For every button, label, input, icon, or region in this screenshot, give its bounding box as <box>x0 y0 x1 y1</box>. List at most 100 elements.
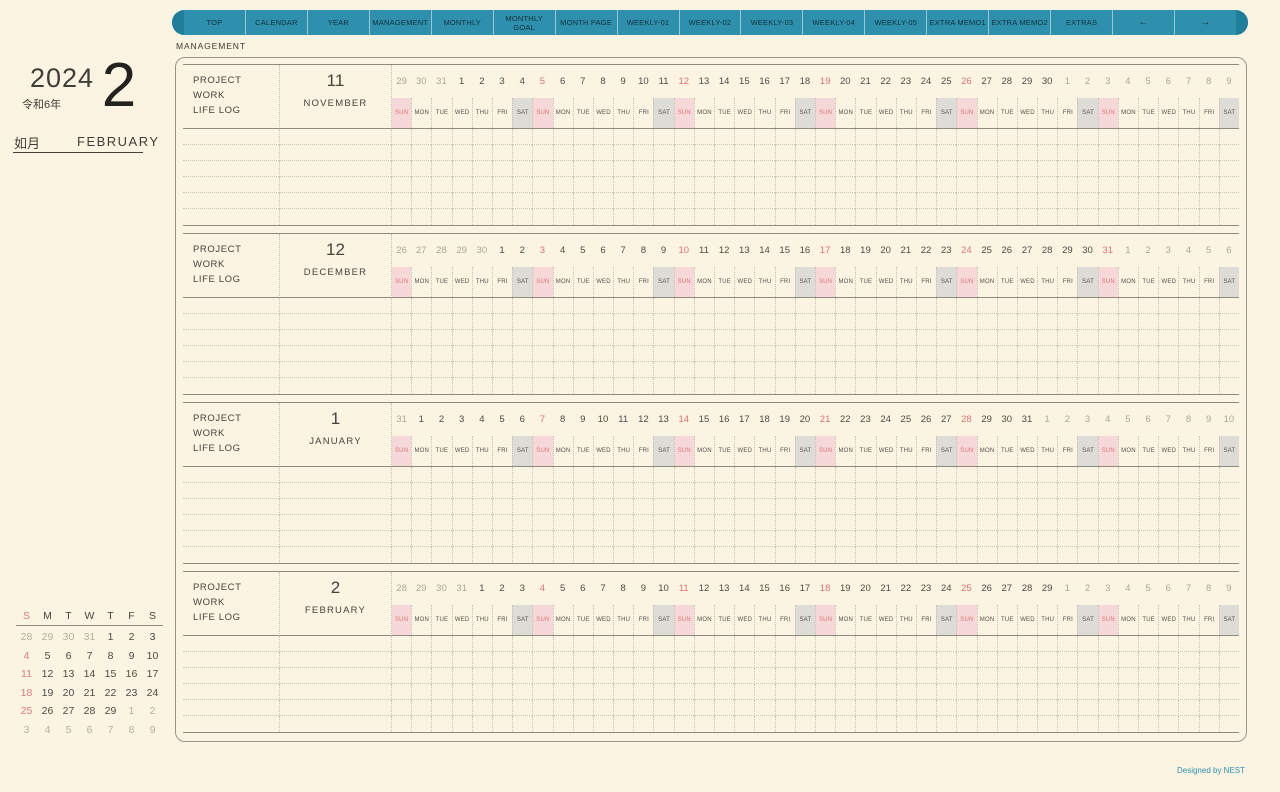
grid-cell[interactable] <box>279 330 391 346</box>
grid-cell[interactable] <box>734 700 755 716</box>
grid-cell[interactable] <box>653 330 674 346</box>
grid-cell[interactable] <box>411 636 432 652</box>
grid-cell[interactable] <box>915 298 937 314</box>
grid-cell[interactable] <box>471 636 492 652</box>
grid-cell[interactable] <box>279 515 391 531</box>
grid-cell[interactable] <box>633 483 654 499</box>
grid-cell[interactable] <box>613 346 634 362</box>
grid-cell[interactable] <box>1158 378 1178 394</box>
grid-cell[interactable] <box>1077 298 1098 314</box>
grid-cell[interactable] <box>431 145 452 161</box>
grid-cell[interactable] <box>552 636 573 652</box>
grid-cell[interactable] <box>714 193 735 209</box>
grid-cell[interactable] <box>1097 193 1118 209</box>
grid-cell[interactable] <box>552 531 573 547</box>
grid-cell[interactable] <box>183 161 279 177</box>
grid-cell[interactable] <box>1016 700 1038 716</box>
grid-cell[interactable] <box>673 716 694 732</box>
grid-cell[interactable] <box>532 145 553 161</box>
grid-cell[interactable] <box>956 362 977 378</box>
grid-cell[interactable] <box>451 483 472 499</box>
grid-cell[interactable] <box>572 298 593 314</box>
grid-cell[interactable] <box>936 177 957 193</box>
grid-cell[interactable] <box>1198 330 1219 346</box>
grid-cell[interactable] <box>552 362 573 378</box>
grid-cell[interactable] <box>1016 636 1038 652</box>
grid-cell[interactable] <box>1218 314 1239 330</box>
grid-cell[interactable] <box>714 700 735 716</box>
grid-cell[interactable] <box>976 684 997 700</box>
grid-cell[interactable] <box>794 652 815 668</box>
grid-cell[interactable] <box>613 515 634 531</box>
grid-cell[interactable] <box>794 378 815 394</box>
nav-tab-extra-memo2[interactable]: EXTRA MEMO2 <box>988 10 1050 35</box>
grid-cell[interactable] <box>915 129 937 145</box>
grid-cell[interactable] <box>279 668 391 684</box>
grid-cell[interactable] <box>734 193 755 209</box>
grid-cell[interactable] <box>633 314 654 330</box>
grid-cell[interactable] <box>754 700 775 716</box>
grid-cell[interactable] <box>431 177 452 193</box>
grid-cell[interactable] <box>572 378 593 394</box>
grid-cell[interactable] <box>279 636 391 652</box>
grid-cell[interactable] <box>411 499 432 515</box>
grid-cell[interactable] <box>1117 515 1139 531</box>
grid-cell[interactable] <box>1158 362 1179 378</box>
grid-cell[interactable] <box>673 684 694 700</box>
grid-cell[interactable] <box>996 193 1017 209</box>
grid-cell[interactable] <box>774 467 795 483</box>
grid-cell[interactable] <box>279 716 391 732</box>
grid-cell[interactable] <box>1057 177 1078 193</box>
grid-cell[interactable] <box>734 668 755 684</box>
grid-cell[interactable] <box>491 700 513 716</box>
grid-cell[interactable] <box>572 193 593 209</box>
grid-cell[interactable] <box>633 362 654 378</box>
grid-cell[interactable] <box>1016 652 1038 668</box>
grid-cell[interactable] <box>653 684 674 700</box>
grid-cell[interactable] <box>915 467 937 483</box>
nav-tab-top[interactable]: TOP <box>184 10 245 35</box>
grid-cell[interactable] <box>1117 636 1139 652</box>
grid-cell[interactable] <box>774 716 795 732</box>
grid-cell[interactable] <box>512 193 533 209</box>
grid-cell[interactable] <box>835 193 856 209</box>
grid-cell[interactable] <box>471 716 492 732</box>
grid-cell[interactable] <box>673 515 694 531</box>
grid-cell[interactable] <box>1057 636 1078 652</box>
grid-cell[interactable] <box>855 209 875 225</box>
grid-cell[interactable] <box>451 209 472 225</box>
grid-cell[interactable] <box>653 636 674 652</box>
grid-cell[interactable] <box>491 161 513 177</box>
grid-cell[interactable] <box>1016 314 1038 330</box>
grid-cell[interactable] <box>1037 298 1058 314</box>
nav-tab-month-page[interactable]: MONTH PAGE <box>554 10 617 35</box>
grid-cell[interactable] <box>431 515 452 531</box>
grid-cell[interactable] <box>592 346 614 362</box>
grid-cell[interactable] <box>1178 314 1199 330</box>
grid-cell[interactable] <box>1158 531 1179 547</box>
grid-cell[interactable] <box>956 378 976 394</box>
grid-cell[interactable] <box>279 378 391 394</box>
grid-cell[interactable] <box>532 161 553 177</box>
grid-cell[interactable] <box>714 330 735 346</box>
grid-cell[interactable] <box>976 298 997 314</box>
grid-cell[interactable] <box>183 531 279 547</box>
grid-cell[interactable] <box>572 684 593 700</box>
grid-cell[interactable] <box>794 209 815 225</box>
grid-cell[interactable] <box>1218 467 1239 483</box>
grid-cell[interactable] <box>572 652 593 668</box>
grid-cell[interactable] <box>451 636 472 652</box>
grid-cell[interactable] <box>996 177 1017 193</box>
grid-cell[interactable] <box>936 636 957 652</box>
grid-cell[interactable] <box>1097 515 1118 531</box>
grid-cell[interactable] <box>491 378 512 394</box>
grid-cell[interactable] <box>451 515 472 531</box>
grid-cell[interactable] <box>794 499 815 515</box>
grid-cell[interactable] <box>653 515 674 531</box>
grid-cell[interactable] <box>532 547 552 563</box>
grid-cell[interactable] <box>613 209 633 225</box>
grid-cell[interactable] <box>996 209 1017 225</box>
grid-cell[interactable] <box>471 378 492 394</box>
grid-cell[interactable] <box>391 515 412 531</box>
grid-cell[interactable] <box>1016 193 1038 209</box>
